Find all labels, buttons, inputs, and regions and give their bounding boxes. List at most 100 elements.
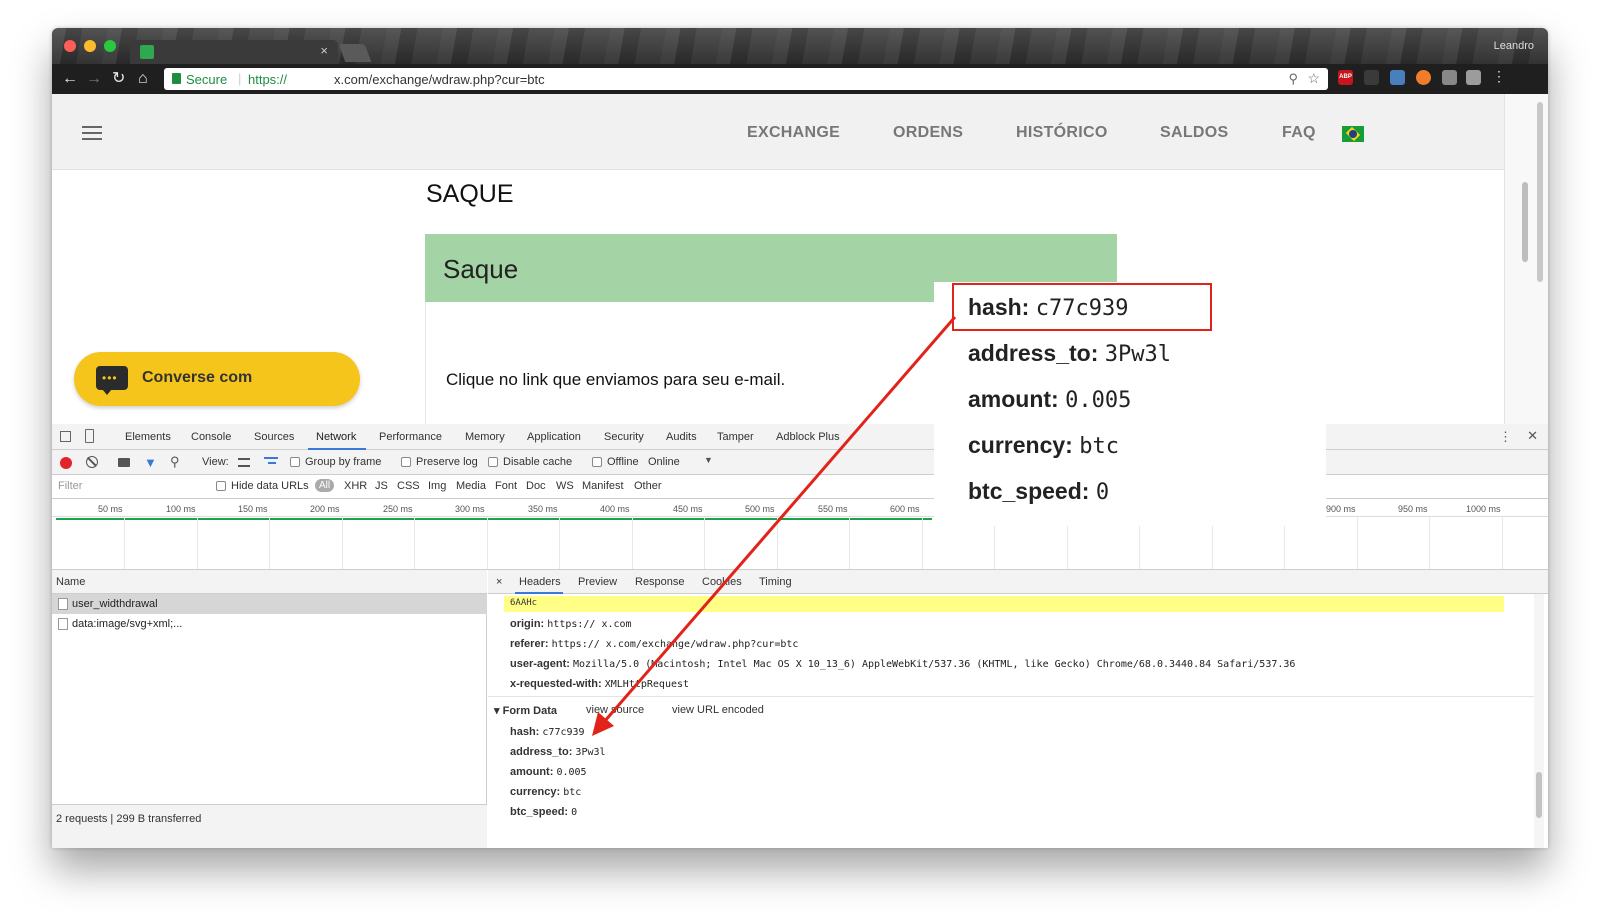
filter-input[interactable]: Filter (58, 480, 82, 492)
address-bar[interactable]: Secure | https:// x.com/exchange/wdraw.p… (164, 68, 1328, 90)
nav-historico[interactable]: HISTÓRICO (1016, 124, 1108, 142)
type-filter-ws[interactable]: WS (556, 480, 574, 492)
form-key: address_to: (510, 746, 573, 758)
back-arrow-icon[interactable]: ← (62, 70, 78, 88)
tab-console[interactable]: Console (191, 431, 231, 443)
tab-close-icon[interactable]: × (320, 43, 328, 58)
hide-data-urls-label: Hide data URLs (231, 480, 309, 492)
brazil-flag-icon[interactable] (1342, 126, 1364, 142)
tab-preview[interactable]: Preview (578, 576, 617, 588)
browser-tab-active[interactable]: × (130, 40, 338, 64)
view-url-encoded-link[interactable]: view URL encoded (672, 704, 764, 716)
nav-saldos[interactable]: SALDOS (1160, 124, 1228, 142)
tab-elements[interactable]: Elements (125, 431, 171, 443)
devtools-close-icon[interactable]: ✕ (1527, 428, 1538, 444)
type-filter-all[interactable]: All (315, 479, 335, 492)
tab-headers[interactable]: Headers (519, 576, 561, 588)
group-by-frame-checkbox[interactable] (290, 457, 300, 467)
form-data-row: hash: c77c939 (510, 726, 585, 738)
bookmark-star-icon[interactable]: ☆ (1307, 70, 1320, 87)
disable-cache-checkbox[interactable] (488, 457, 498, 467)
record-icon[interactable] (60, 457, 72, 469)
scrollbar-thumb[interactable] (1536, 772, 1542, 818)
extension-icon[interactable] (1390, 70, 1405, 85)
tab-adblock-plus[interactable]: Adblock Plus (776, 431, 840, 443)
request-row[interactable]: data:image/svg+xml;... (52, 614, 487, 634)
scrollbar-thumb[interactable] (1537, 102, 1543, 282)
type-filter-img[interactable]: Img (428, 480, 446, 492)
type-filter-css[interactable]: CSS (397, 480, 420, 492)
tab-application[interactable]: Application (527, 431, 581, 443)
tab-audits[interactable]: Audits (666, 431, 697, 443)
close-window-button[interactable] (64, 40, 76, 52)
extension-icon[interactable] (1416, 70, 1431, 85)
type-filter-font[interactable]: Font (495, 480, 517, 492)
screenshot-camera-icon[interactable] (118, 458, 130, 467)
clear-icon[interactable] (86, 456, 98, 468)
scrollbar-thumb[interactable] (1522, 182, 1528, 262)
tab-tamper[interactable]: Tamper (717, 431, 754, 443)
minimize-window-button[interactable] (84, 40, 96, 52)
type-filter-media[interactable]: Media (456, 480, 486, 492)
chevron-down-icon[interactable]: ▼ (704, 455, 713, 465)
inspect-element-icon[interactable] (60, 431, 71, 442)
reload-icon[interactable]: ↻ (112, 70, 125, 88)
search-icon[interactable]: ⚲ (170, 454, 180, 470)
profile-name[interactable]: Leandro (1494, 40, 1534, 52)
request-list-header[interactable]: Name (52, 570, 487, 594)
forward-arrow-icon[interactable]: → (86, 70, 102, 88)
tab-cookies[interactable]: Cookies (702, 576, 742, 588)
tab-response[interactable]: Response (635, 576, 685, 588)
adblock-extension-icon[interactable]: ABP (1338, 70, 1353, 85)
hide-data-urls-checkbox[interactable] (216, 481, 226, 491)
filter-funnel-icon[interactable]: ▼ (144, 455, 157, 470)
tab-network[interactable]: Network (316, 431, 356, 443)
preserve-log-checkbox[interactable] (401, 457, 411, 467)
panel-message: Clique no link que enviamos para seu e-m… (446, 370, 786, 389)
zoom-icon[interactable]: ⚲ (1288, 71, 1298, 87)
detail-scrollbar[interactable] (1534, 594, 1544, 848)
page-scrollbar[interactable] (1504, 94, 1548, 424)
view-source-link[interactable]: view source (586, 704, 644, 716)
tab-memory[interactable]: Memory (465, 431, 505, 443)
extension-icon[interactable] (1442, 70, 1457, 85)
grid-line (487, 517, 488, 569)
tab-security[interactable]: Security (604, 431, 644, 443)
detail-tabbar: × Headers Preview Response Cookies Timin… (488, 570, 1548, 594)
nav-ordens[interactable]: ORDENS (893, 124, 963, 142)
zoom-line: amount: 0.005 (968, 386, 1131, 413)
disclosure-triangle-icon[interactable]: ▾ (494, 705, 500, 717)
tab-timing[interactable]: Timing (759, 576, 792, 588)
waterfall-view-icon[interactable] (264, 457, 278, 467)
nav-exchange[interactable]: EXCHANGE (747, 124, 840, 142)
devtools-menu-icon[interactable]: ⋮ (1499, 429, 1512, 445)
list-view-icon[interactable] (238, 458, 250, 467)
type-filter-manifest[interactable]: Manifest (582, 480, 624, 492)
browser-menu-icon[interactable]: ⋮ (1492, 68, 1506, 85)
type-filter-doc[interactable]: Doc (526, 480, 546, 492)
nav-faq[interactable]: FAQ (1282, 124, 1316, 142)
header-key: user-agent: (510, 658, 570, 670)
hamburger-menu-icon[interactable] (82, 126, 102, 140)
tab-performance[interactable]: Performance (379, 431, 442, 443)
tab-sources[interactable]: Sources (254, 431, 294, 443)
chat-button[interactable]: ••• Converse com (74, 352, 360, 406)
extension-icon[interactable] (1364, 70, 1379, 85)
home-icon[interactable]: ⌂ (138, 70, 148, 88)
device-toolbar-icon[interactable] (85, 429, 94, 443)
type-filter-js[interactable]: JS (375, 480, 388, 492)
extension-icon[interactable] (1466, 70, 1481, 85)
grid-line (124, 517, 125, 569)
form-data-label: Form Data (502, 705, 557, 717)
header-row: user-agent: Mozilla/5.0 (Macintosh; Inte… (510, 658, 1295, 670)
type-filter-xhr[interactable]: XHR (344, 480, 367, 492)
offline-checkbox[interactable] (592, 457, 602, 467)
close-detail-icon[interactable]: × (496, 576, 502, 588)
throttling-select[interactable]: Online (648, 456, 680, 468)
type-filter-other[interactable]: Other (634, 480, 662, 492)
maximize-window-button[interactable] (104, 40, 116, 52)
header-row: referer: https:// x.com/exchange/wdraw.p… (510, 638, 798, 650)
form-data-section[interactable]: ▾ Form Data (494, 704, 557, 717)
header-value: Mozilla/5.0 (Macintosh; Intel Mac OS X 1… (572, 659, 1296, 670)
request-row-selected[interactable]: user_widthdrawal (52, 594, 487, 614)
